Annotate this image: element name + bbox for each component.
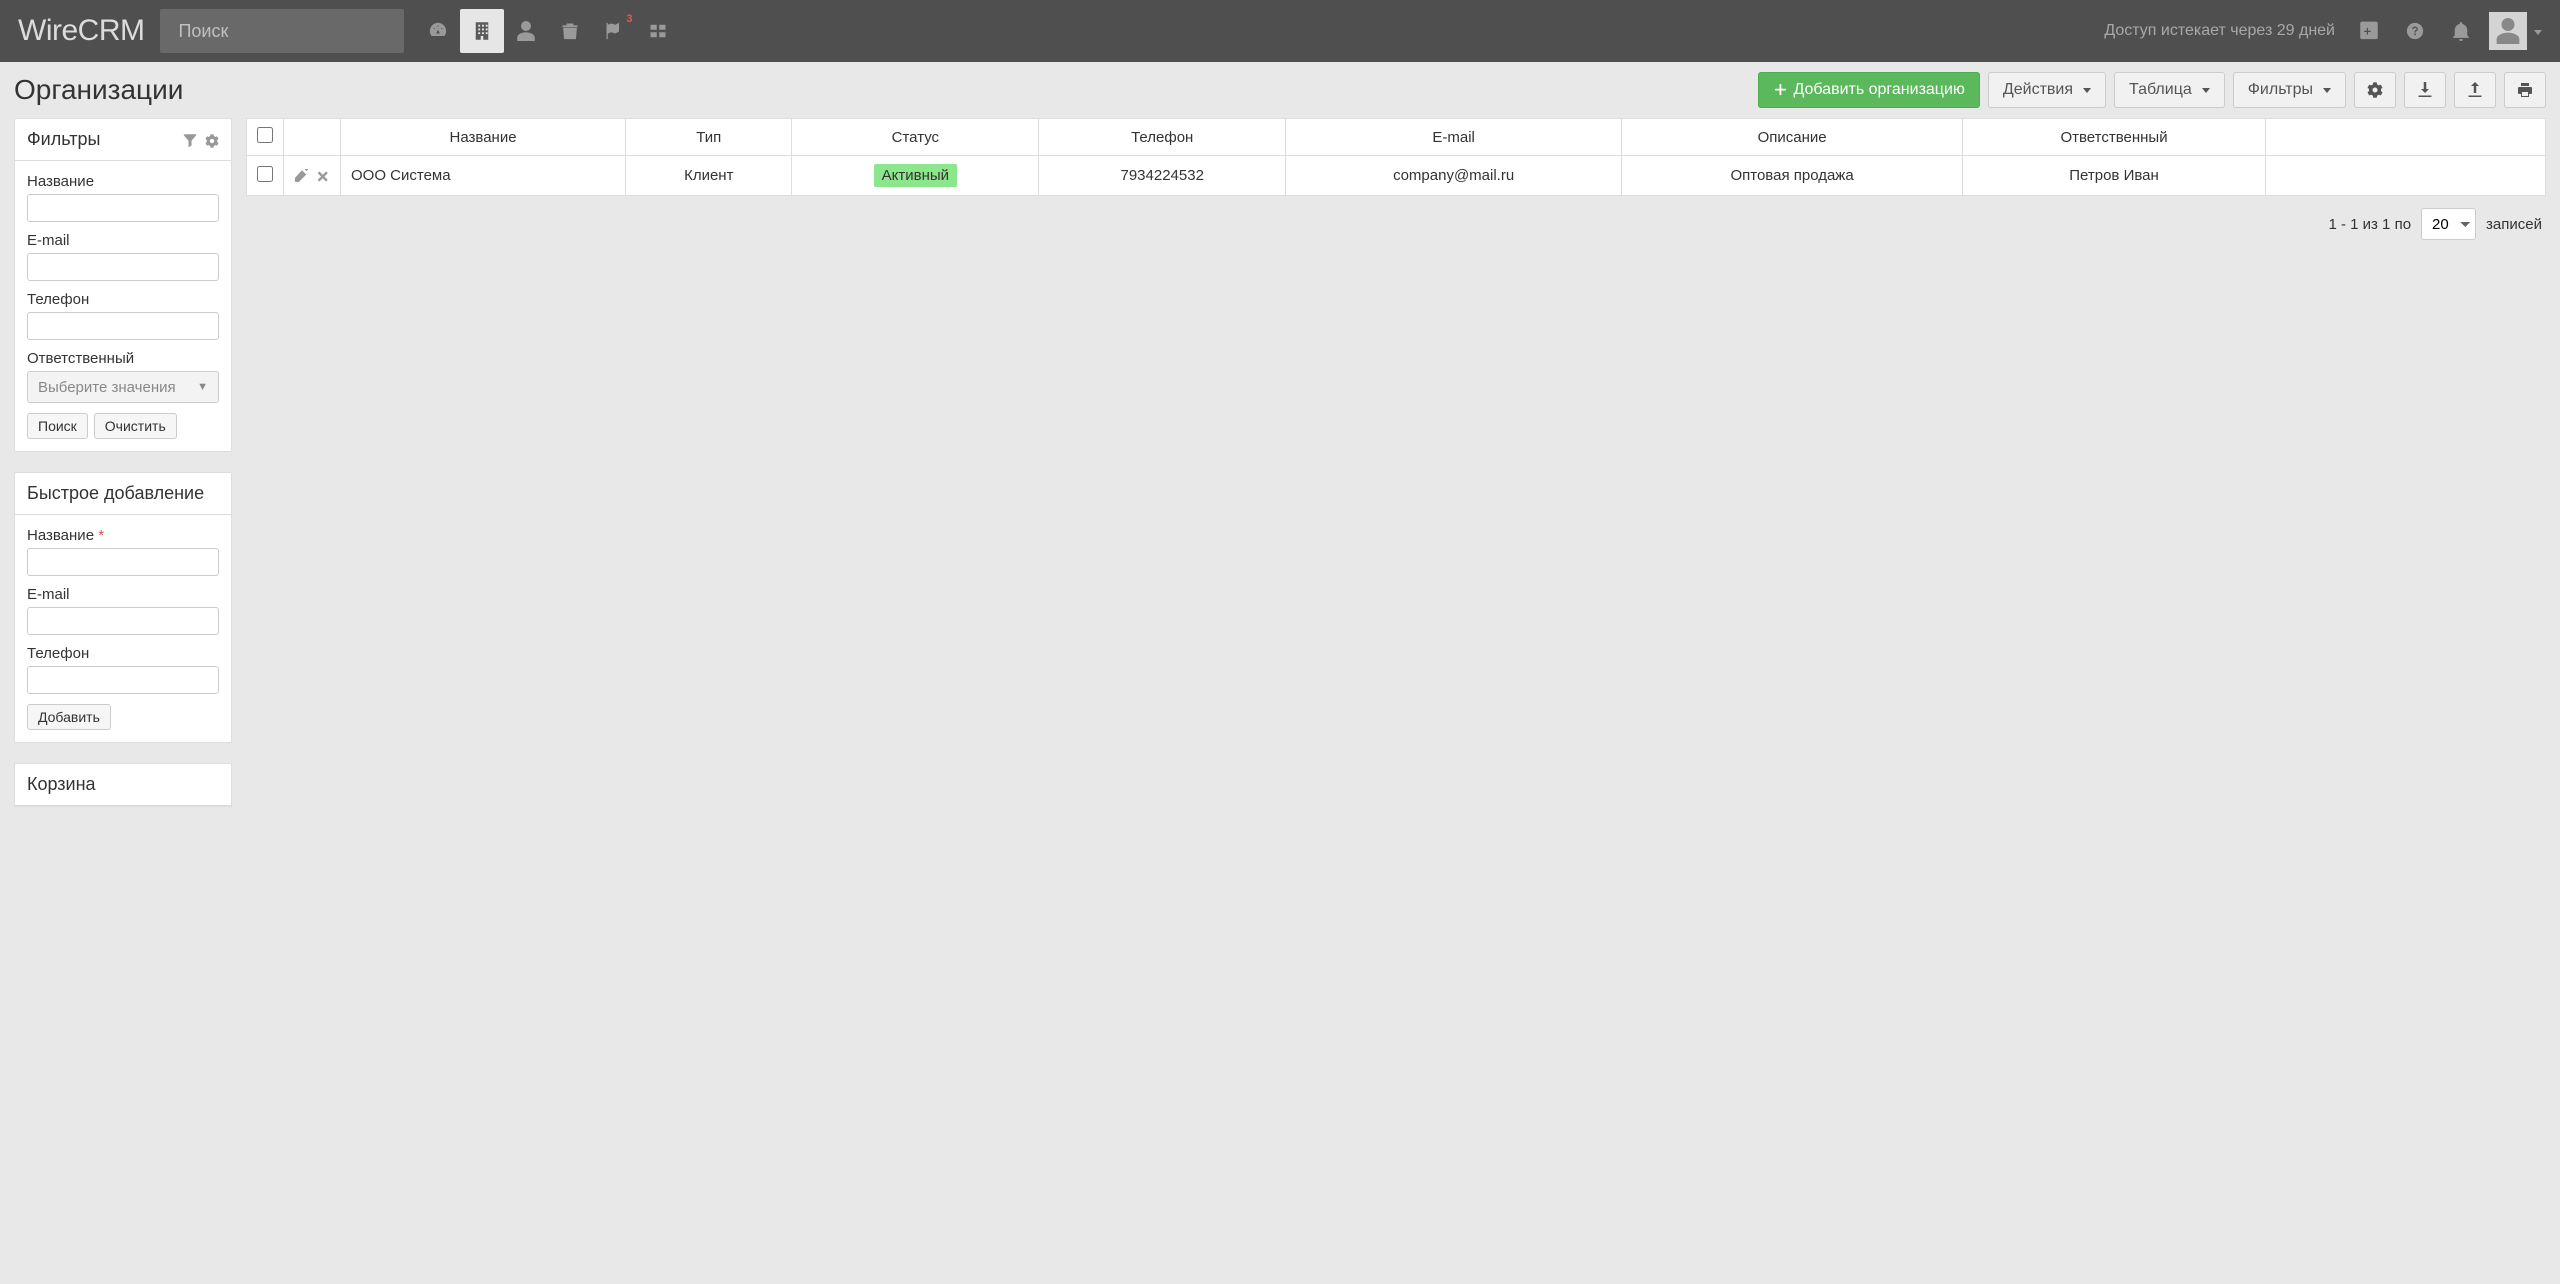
cell-email: company@mail.ru [1286, 156, 1622, 196]
quickadd-name-label: Название * [27, 527, 219, 544]
col-phone[interactable]: Телефон [1039, 119, 1286, 156]
col-status[interactable]: Статус [792, 119, 1039, 156]
quickadd-submit-button[interactable]: Добавить [27, 704, 111, 730]
navbar-right: Доступ истекает через 29 дней [2104, 12, 2542, 50]
add-organization-button[interactable]: Добавить организацию [1758, 72, 1979, 108]
pagination-suffix: записей [2486, 216, 2542, 233]
contacts-icon[interactable] [504, 9, 548, 53]
quickadd-email-label: E-mail [27, 586, 219, 603]
nav-icon-group: 3 [416, 9, 680, 53]
filter-phone-label: Телефон [27, 291, 219, 308]
filter-responsible-placeholder: Выберите значения [38, 379, 176, 396]
help-icon[interactable] [2397, 13, 2433, 49]
expiry-text: Доступ истекает через 29 дней [2104, 22, 2335, 40]
add-icon[interactable] [2351, 13, 2387, 49]
filter-email-input[interactable] [27, 253, 219, 281]
col-name[interactable]: Название [341, 119, 626, 156]
download-button[interactable] [2404, 72, 2446, 108]
organizations-icon[interactable] [460, 9, 504, 53]
gear-icon[interactable] [205, 131, 219, 147]
funnel-icon[interactable] [183, 131, 197, 147]
filter-phone-input[interactable] [27, 312, 219, 340]
quick-add-panel: Быстрое добавление Название * E-mail Тел… [14, 472, 232, 743]
trash-panel: Корзина [14, 763, 232, 807]
table-footer: 1 - 1 из 1 по 20 записей [246, 196, 2546, 252]
flag-badge: 3 [626, 13, 632, 25]
settings-button[interactable] [2354, 72, 2396, 108]
global-search-input[interactable] [160, 9, 404, 53]
avatar-icon [2489, 12, 2527, 50]
add-organization-label: Добавить организацию [1793, 81, 1964, 99]
filter-email-label: E-mail [27, 232, 219, 249]
quickadd-email-input[interactable] [27, 607, 219, 635]
cell-name: ООО Система [341, 156, 626, 196]
pagination-range: 1 - 1 из 1 по [2328, 216, 2411, 233]
deals-icon[interactable] [548, 9, 592, 53]
actions-dropdown[interactable]: Действия [1988, 72, 2106, 108]
filters-panel: Фильтры Название E-mail [14, 118, 232, 452]
cell-status: Активный [874, 164, 957, 187]
quick-add-title: Быстрое добавление [27, 483, 204, 504]
filter-name-label: Название [27, 173, 219, 190]
select-all-checkbox[interactable] [257, 127, 273, 143]
quickadd-phone-input[interactable] [27, 666, 219, 694]
page-size-select[interactable]: 20 [2421, 208, 2476, 240]
filter-responsible-select[interactable]: Выберите значения ▼ [27, 371, 219, 403]
cell-description: Оптовая продажа [1622, 156, 1963, 196]
col-responsible[interactable]: Ответственный [1963, 119, 2266, 156]
dashboard-icon[interactable] [416, 9, 460, 53]
filter-responsible-label: Ответственный [27, 350, 219, 367]
filter-clear-button[interactable]: Очистить [94, 413, 177, 439]
table-dropdown[interactable]: Таблица [2114, 72, 2225, 108]
edit-icon[interactable] [294, 167, 309, 184]
apps-icon[interactable] [636, 9, 680, 53]
filters-panel-title: Фильтры [27, 129, 100, 150]
filter-search-button[interactable]: Поиск [27, 413, 88, 439]
page-title: Организации [14, 74, 183, 106]
quickadd-phone-label: Телефон [27, 645, 219, 662]
cell-phone: 7934224532 [1039, 156, 1286, 196]
organizations-table: Название Тип Статус Телефон E-mail Описа… [246, 118, 2546, 196]
cell-type: Клиент [626, 156, 792, 196]
row-checkbox[interactable] [257, 166, 273, 182]
notifications-icon[interactable] [2443, 13, 2479, 49]
cell-responsible: Петров Иван [1963, 156, 2266, 196]
upload-button[interactable] [2454, 72, 2496, 108]
quickadd-name-input[interactable] [27, 548, 219, 576]
top-navbar: WireCRM 3 Доступ истекает через 29 дней [0, 0, 2560, 62]
page-actions: Добавить организацию Действия Таблица Фи… [1758, 72, 2546, 108]
flag-icon[interactable]: 3 [592, 9, 636, 53]
user-menu[interactable] [2489, 12, 2542, 50]
print-button[interactable] [2504, 72, 2546, 108]
col-description[interactable]: Описание [1622, 119, 1963, 156]
trash-title: Корзина [27, 774, 96, 795]
filters-dropdown[interactable]: Фильтры [2233, 72, 2346, 108]
filter-name-input[interactable] [27, 194, 219, 222]
col-email[interactable]: E-mail [1286, 119, 1622, 156]
col-type[interactable]: Тип [626, 119, 792, 156]
delete-icon[interactable] [315, 167, 330, 184]
table-header-row: Название Тип Статус Телефон E-mail Описа… [247, 119, 2546, 156]
table-row[interactable]: ООО Система Клиент Активный 7934224532 c… [247, 156, 2546, 196]
brand-logo[interactable]: WireCRM [18, 14, 144, 48]
